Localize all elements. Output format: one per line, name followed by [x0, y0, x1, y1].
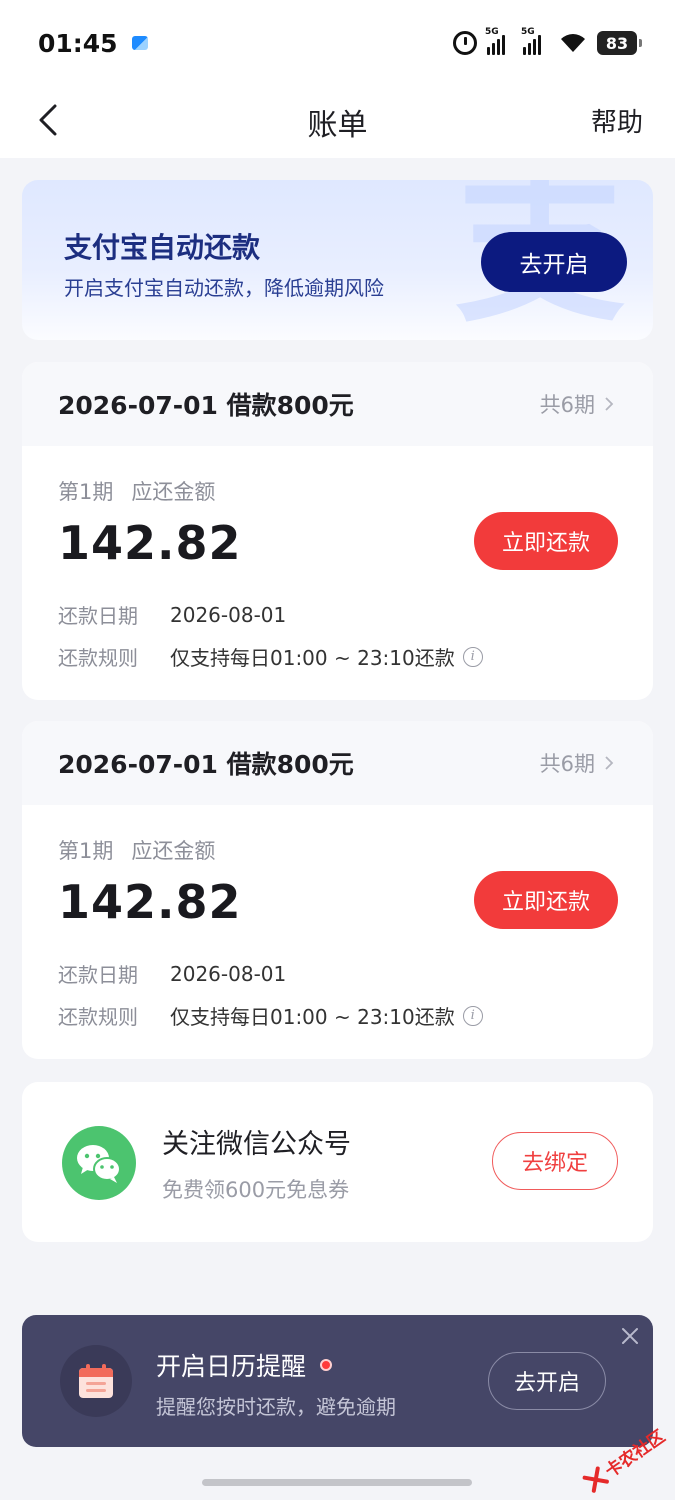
amount-label: 应还金额	[131, 839, 216, 863]
alarm-icon	[453, 31, 477, 55]
info-icon[interactable]: i	[462, 646, 483, 667]
help-button[interactable]: 帮助	[591, 102, 643, 139]
alipay-auto-repay-banner: 支 支付宝自动还款 开启支付宝自动还款，降低逾期风险 去开启	[22, 180, 653, 340]
bill-card: 2026-07-01 借款800元 共6期 第1期 应还金额 142.82 立即还…	[22, 362, 653, 700]
bill-header[interactable]: 2026-07-01 借款800元 共6期	[22, 362, 653, 446]
network-type-label: 5G	[485, 27, 499, 37]
bill-periods: 共6期	[540, 389, 617, 419]
bill-title: 2026-07-01 借款800元	[58, 750, 354, 779]
notification-dot	[320, 1359, 333, 1371]
signal-icon: 5G	[485, 27, 513, 55]
amount-due: 142.82	[58, 875, 242, 929]
chevron-right-icon	[605, 397, 614, 411]
wechat-subtitle: 免费领600元免息券	[162, 1178, 350, 1202]
amount-label: 应还金额	[131, 480, 216, 504]
banner-title: 支付宝自动还款	[64, 231, 261, 264]
repay-rule-key: 还款规则	[58, 646, 138, 670]
bind-wechat-button[interactable]: 去绑定	[492, 1132, 618, 1190]
signal-icon-2: 5G	[521, 27, 549, 55]
repay-date-value: 2026-08-01	[170, 961, 287, 986]
battery-indicator: 83	[597, 31, 642, 55]
status-left: 01:45	[38, 29, 148, 58]
reminder-subtitle: 提醒您按时还款，避免逾期	[156, 1395, 396, 1419]
bill-title: 2026-07-01 借款800元	[58, 391, 354, 420]
banner-subtitle: 开启支付宝自动还款，降低逾期风险	[64, 276, 384, 300]
bill-card: 2026-07-01 借款800元 共6期 第1期 应还金额 142.82 立即还…	[22, 721, 653, 1059]
back-arrow-icon[interactable]	[28, 100, 68, 140]
repay-now-button[interactable]: 立即还款	[474, 512, 618, 570]
repay-rule-key: 还款规则	[58, 1005, 138, 1029]
network-type-label-2: 5G	[521, 27, 535, 37]
period-label: 第1期 应还金额	[58, 835, 215, 865]
bill-body: 第1期 应还金额 142.82 立即还款 还款日期 2026-08-01 还款规则…	[22, 805, 653, 1059]
nav-header: 账单 帮助	[0, 86, 675, 158]
wechat-follow-card: 关注微信公众号 免费领600元免息券 去绑定	[22, 1082, 653, 1242]
wifi-icon	[559, 32, 587, 54]
enable-calendar-button[interactable]: 去开启	[488, 1352, 606, 1410]
calendar-reminder-banner: 开启日历提醒 提醒您按时还款，避免逾期 去开启	[22, 1315, 653, 1447]
repay-now-button[interactable]: 立即还款	[474, 871, 618, 929]
bill-periods-label: 共6期	[539, 393, 595, 417]
status-time: 01:45	[38, 28, 118, 58]
repay-date-key: 还款日期	[58, 963, 138, 987]
repay-date-value: 2026-08-01	[170, 602, 287, 627]
repay-date-row: 还款日期 2026-08-01	[58, 959, 286, 988]
home-indicator[interactable]	[202, 1479, 472, 1486]
bill-header[interactable]: 2026-07-01 借款800元 共6期	[22, 721, 653, 805]
app-notification-icon	[131, 36, 148, 50]
repay-rule-row: 还款规则 仅支持每日01:00 ~ 23:10还款 i	[58, 1001, 483, 1030]
amount-due: 142.82	[58, 516, 242, 570]
repay-date-row: 还款日期 2026-08-01	[58, 600, 286, 629]
info-icon[interactable]: i	[462, 1005, 483, 1026]
reminder-title: 开启日历提醒	[156, 1352, 307, 1381]
bill-periods: 共6期	[540, 748, 617, 778]
status-right: 5G 5G 83	[453, 27, 642, 55]
page-title: 账单	[307, 108, 368, 143]
calendar-icon	[60, 1345, 132, 1417]
close-icon[interactable]	[619, 1325, 641, 1347]
wechat-icon	[62, 1126, 136, 1200]
wechat-title: 关注微信公众号	[162, 1129, 351, 1160]
period-label: 第1期 应还金额	[58, 476, 215, 506]
repay-rule-value: 仅支持每日01:00 ~ 23:10还款	[170, 646, 455, 670]
repay-rule-row: 还款规则 仅支持每日01:00 ~ 23:10还款 i	[58, 642, 483, 671]
enable-alipay-button[interactable]: 去开启	[481, 232, 627, 292]
reminder-title-row: 开启日历提醒	[156, 1347, 333, 1383]
bill-body: 第1期 应还金额 142.82 立即还款 还款日期 2026-08-01 还款规则…	[22, 446, 653, 700]
repay-date-key: 还款日期	[58, 604, 138, 628]
bill-periods-label: 共6期	[539, 752, 595, 776]
period-number: 第1期	[58, 839, 114, 863]
status-bar: 01:45 5G 5G 83	[0, 0, 675, 86]
chevron-right-icon	[605, 756, 614, 770]
period-number: 第1期	[58, 480, 114, 504]
repay-rule-value: 仅支持每日01:00 ~ 23:10还款	[170, 1005, 455, 1029]
